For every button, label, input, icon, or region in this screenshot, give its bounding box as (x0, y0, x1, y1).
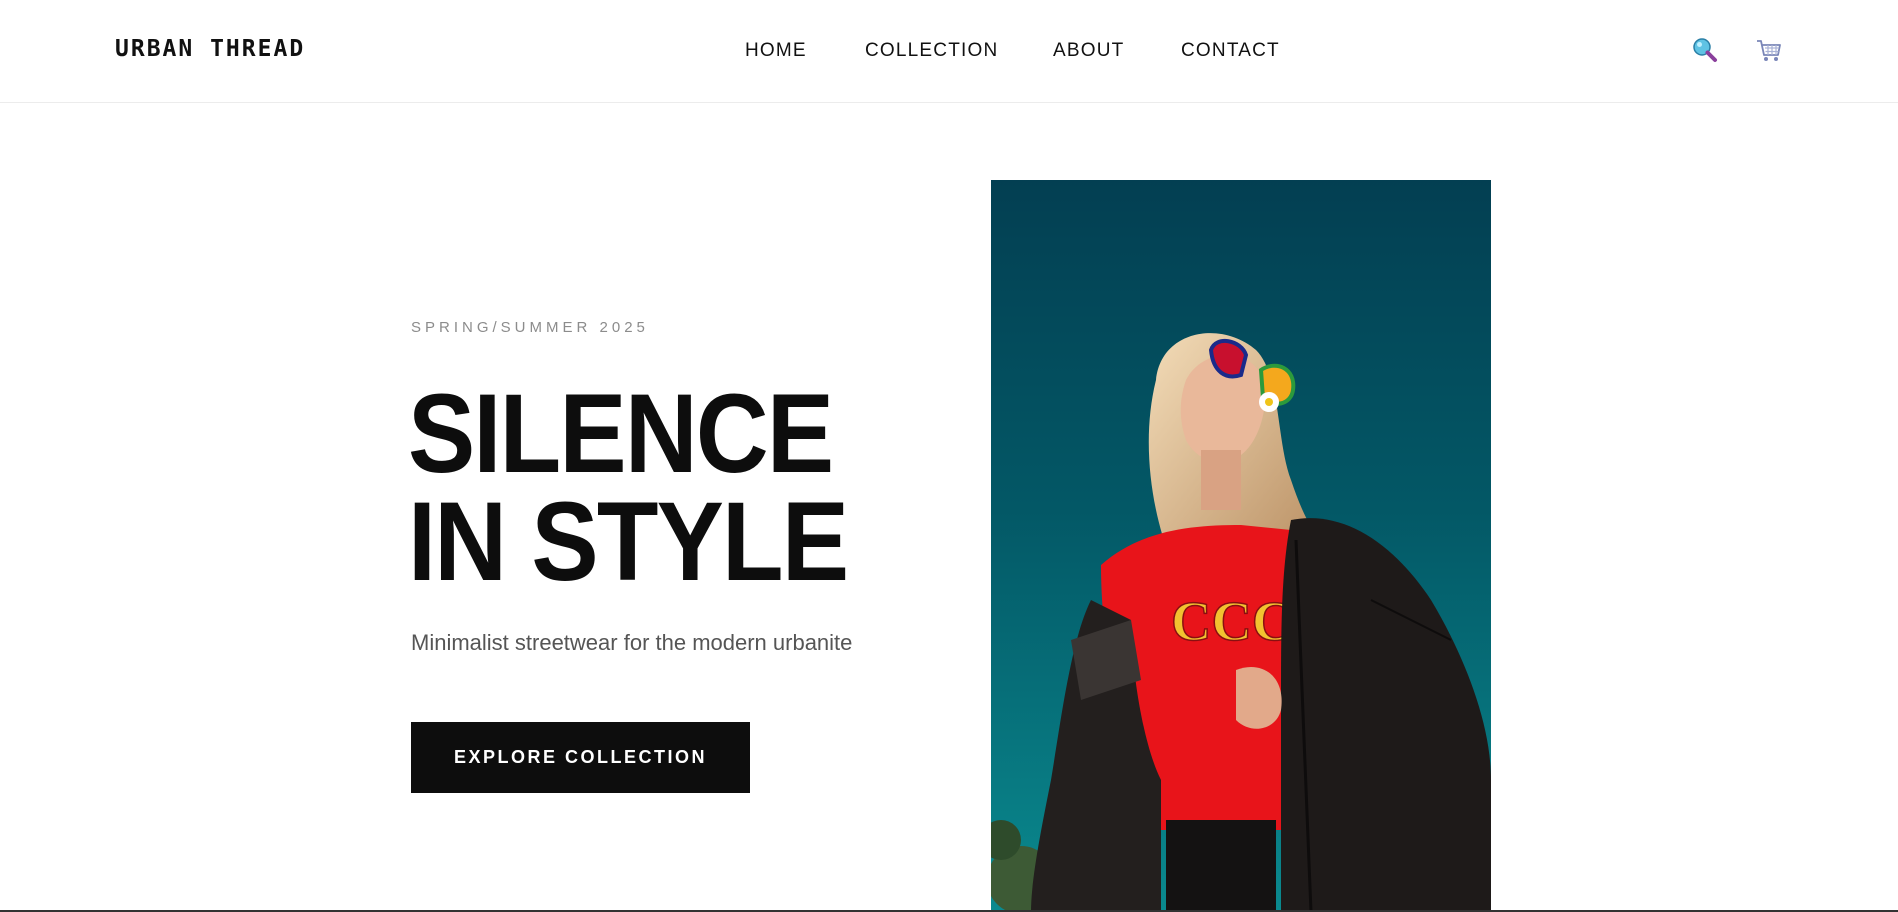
search-icon (1693, 38, 1717, 62)
hero-image: CCC (991, 180, 1491, 912)
nav-item-contact[interactable]: CONTACT (1181, 40, 1280, 62)
cart-button[interactable] (1755, 36, 1783, 64)
site-header: URBAN THREAD HOME COLLECTION ABOUT CONTA… (0, 0, 1898, 103)
shirt-print: CCC (1171, 591, 1292, 653)
hero-headline-line-2: IN STYLE (408, 479, 849, 604)
hero-subtitle: Minimalist streetwear for the modern urb… (411, 630, 853, 655)
nav-item-home[interactable]: HOME (745, 40, 807, 62)
hero-headline-line-1: SILENCE (408, 371, 834, 496)
cart-icon (1757, 40, 1781, 61)
nav-item-about[interactable]: ABOUT (1053, 40, 1124, 62)
nav-item-collection[interactable]: COLLECTION (865, 40, 998, 62)
main-nav: HOME COLLECTION ABOUT CONTACT (0, 40, 1898, 64)
season-label: SPRING/SUMMER 2025 (411, 319, 649, 336)
explore-collection-button[interactable]: EXPLORE COLLECTION (411, 722, 750, 793)
hero-headline: SILENCE IN STYLE (408, 371, 849, 604)
search-button[interactable] (1691, 36, 1719, 64)
